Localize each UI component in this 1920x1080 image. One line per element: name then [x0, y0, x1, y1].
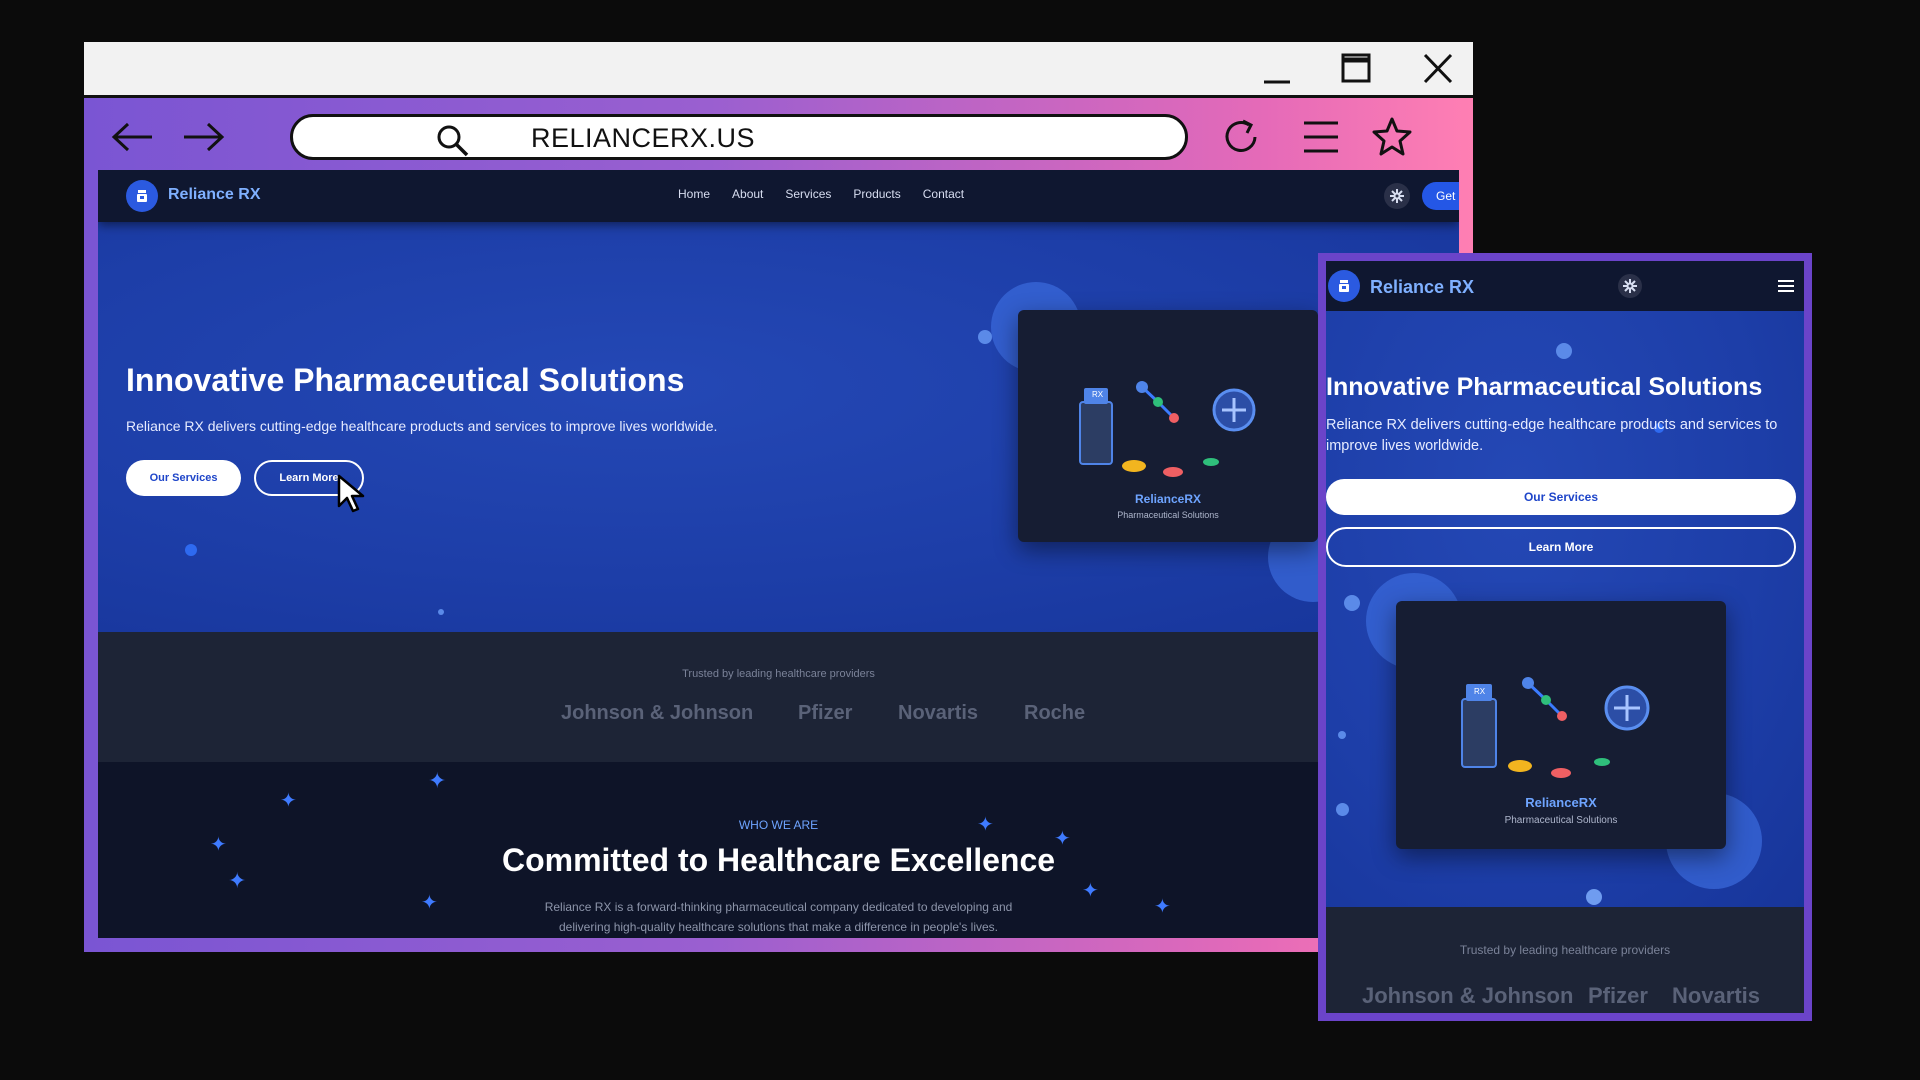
partner-logo: Pfizer: [798, 702, 853, 724]
browser-window: RELIANCERX.US Reliance RX Home About Ser…: [84, 42, 1473, 952]
partner-logo: Roche: [1024, 702, 1086, 724]
nav-services[interactable]: Services: [785, 187, 831, 201]
our-services-button[interactable]: Our Services: [126, 460, 241, 496]
product-card: RX RelianceRX Pharmaceutical Solutions: [1018, 310, 1318, 542]
site-navbar: Reliance RX Home About Services Products…: [98, 170, 1459, 222]
mobile-brand-name[interactable]: Reliance RX: [1370, 277, 1474, 298]
gear-icon: [1390, 189, 1404, 203]
nav-links: Home About Services Products Contact: [678, 187, 964, 201]
decor-dot: [185, 544, 197, 556]
webpage-viewport: Reliance RX Home About Services Products…: [98, 170, 1459, 938]
decor-dot: [1344, 595, 1360, 611]
card-tagline: Pharmaceutical Solutions: [1117, 510, 1219, 520]
menu-button[interactable]: [1298, 115, 1342, 159]
sparkle-icon: ✦: [280, 790, 297, 812]
arrow-left-icon: [111, 122, 152, 152]
address-bar[interactable]: RELIANCERX.US: [290, 114, 1188, 160]
title-bar: [84, 42, 1473, 98]
close-button[interactable]: [1418, 52, 1458, 88]
mobile-product-card: RX RelianceRX Pharmaceutical Solutions: [1396, 601, 1726, 849]
mobile-viewport: Reliance RX Innovative Pharmaceutical So…: [1326, 261, 1804, 1013]
pharma-illustration-icon: [1079, 381, 1256, 477]
hero-subtitle: Reliance RX delivers cutting-edge health…: [126, 418, 718, 434]
browser-toolbar: RELIANCERX.US: [84, 101, 1473, 177]
nav-products[interactable]: Products: [853, 187, 900, 201]
mouse-cursor-icon: [337, 474, 365, 513]
mobile-preview-frame: Reliance RX Innovative Pharmaceutical So…: [1318, 253, 1812, 1021]
arrow-right-icon: [184, 122, 225, 152]
decor-dot: [1556, 343, 1572, 359]
brand-name[interactable]: Reliance RX: [168, 186, 260, 204]
hamburger-icon: [1778, 280, 1794, 292]
forward-button[interactable]: [180, 117, 228, 157]
mobile-trusted-by-section: Trusted by leading healthcare providers …: [1326, 907, 1804, 1013]
decor-dot: [1338, 731, 1346, 739]
partner-logo: Novartis: [1672, 983, 1761, 1008]
section-kicker: WHO WE ARE: [738, 818, 819, 832]
mobile-trusted-label: Trusted by leading healthcare providers: [1459, 943, 1671, 957]
minimize-button[interactable]: [1256, 52, 1296, 88]
url-text: RELIANCERX.US: [531, 123, 756, 153]
close-icon: [1423, 53, 1453, 84]
star-icon: [1372, 117, 1412, 156]
mobile-menu-button[interactable]: [1778, 279, 1794, 298]
vial-label: RX: [1092, 390, 1104, 399]
mobile-navbar: Reliance RX: [1326, 261, 1804, 311]
maximize-button[interactable]: [1336, 52, 1376, 88]
card-brand: RelianceRX: [1134, 492, 1202, 506]
bookmark-button[interactable]: [1370, 115, 1414, 159]
theme-toggle-button[interactable]: [1384, 183, 1410, 209]
back-button[interactable]: [108, 117, 156, 157]
mobile-hero-subtitle: Reliance RX delivers cutting-edge health…: [1326, 417, 1778, 454]
hero-section: Innovative Pharmaceutical Solutions Reli…: [98, 222, 1459, 632]
logo-badge[interactable]: [126, 180, 158, 212]
minimize-icon: [1264, 80, 1290, 84]
reload-icon: [1225, 119, 1257, 152]
hero-title: Innovative Pharmaceutical Solutions: [126, 362, 685, 398]
mobile-hero-title: Innovative Pharmaceutical Solutions: [1326, 373, 1763, 401]
mobile-card-brand: RelianceRX: [1525, 795, 1597, 810]
mobile-theme-toggle[interactable]: [1618, 274, 1642, 298]
search-icon: [437, 125, 469, 157]
gear-icon: [1623, 279, 1637, 293]
partner-logo: Johnson & Johnson: [561, 702, 754, 724]
maximize-icon: [1341, 53, 1371, 83]
reload-button[interactable]: [1221, 115, 1265, 159]
partner-logo: Pfizer: [1588, 983, 1648, 1008]
mobile-logo-badge[interactable]: [1328, 270, 1360, 302]
decor-dot: [978, 330, 992, 344]
nav-contact[interactable]: Contact: [923, 187, 964, 201]
mobile-card-tagline: Pharmaceutical Solutions: [1504, 815, 1618, 826]
decor-dot: [1586, 889, 1602, 905]
pharma-illustration-icon: [1461, 677, 1650, 778]
vial-label: RX: [1474, 687, 1486, 696]
about-text-line: Reliance RX is a forward-thinking pharma…: [544, 900, 1013, 914]
decor-dot: [1336, 803, 1349, 816]
section-title: Committed to Healthcare Excellence: [501, 842, 1056, 878]
nav-about[interactable]: About: [732, 187, 763, 201]
mobile-our-services-button[interactable]: Our Services: [1326, 479, 1796, 515]
nav-home[interactable]: Home: [678, 187, 710, 201]
pill-bottle-icon: [137, 190, 147, 202]
hamburger-icon: [1304, 121, 1338, 153]
mobile-hero-section: Innovative Pharmaceutical Solutions Reli…: [1326, 311, 1804, 907]
about-section: ✦ ✦ ✦ ✦ ✦ ✦ ✦ ✦ ✦ WHO WE ARE Committed t…: [98, 762, 1459, 938]
partner-logo: Johnson & Johnson: [1362, 983, 1574, 1008]
partner-logo: Novartis: [898, 702, 979, 724]
trusted-label: Trusted by leading healthcare providers: [682, 668, 875, 680]
get-started-button[interactable]: Get: [1422, 182, 1459, 210]
about-text-line: delivering high-quality healthcare solut…: [559, 920, 998, 934]
decor-dot: [438, 609, 444, 615]
sparkle-icon: ✦: [428, 768, 447, 793]
pill-bottle-icon: [1339, 280, 1349, 292]
trusted-by-section: Trusted by leading healthcare providers …: [98, 632, 1459, 762]
mobile-learn-more-button[interactable]: Learn More: [1326, 527, 1796, 567]
